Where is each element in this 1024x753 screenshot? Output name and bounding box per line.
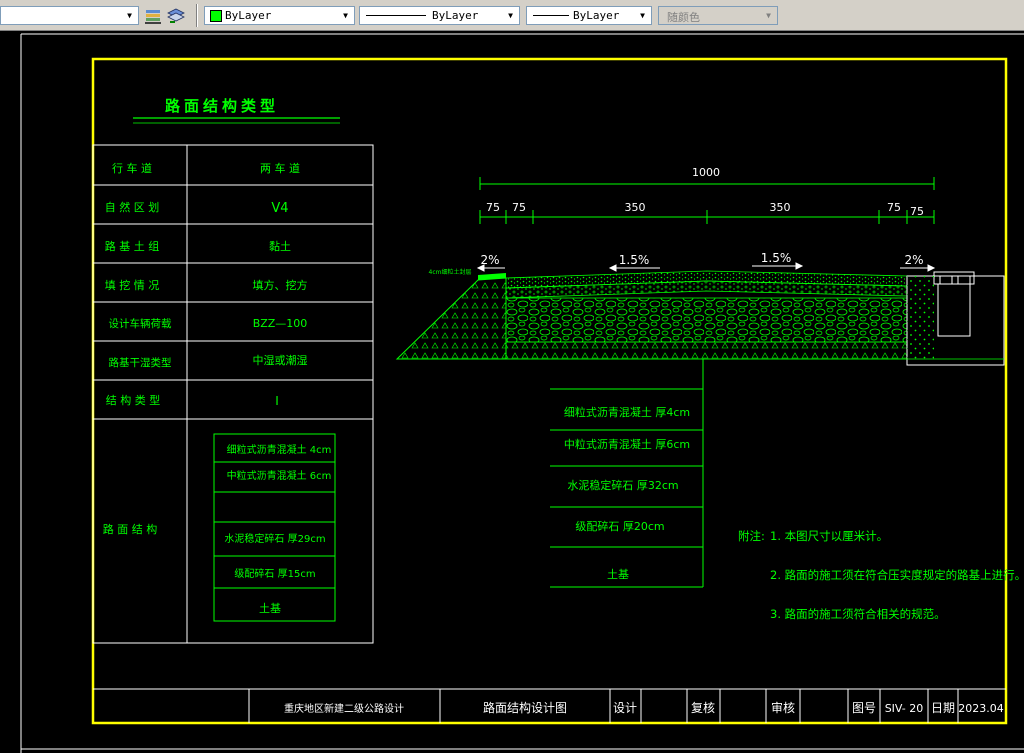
- table-label: 路 基 土 组: [105, 239, 160, 253]
- legend-item: 细粒式沥青混凝土 厚4cm: [564, 405, 690, 419]
- legend-item: 土基: [607, 568, 629, 581]
- date-value: 2023.04: [958, 702, 1004, 715]
- table-value: BZZ—100: [253, 317, 308, 330]
- dim-label: 350: [770, 201, 791, 214]
- notes-label: 附注:: [738, 529, 765, 543]
- table-label: 设计车辆荷载: [109, 317, 172, 330]
- pavement-cross-section: 4cm细粒土封层: [395, 268, 1005, 366]
- chevron-down-icon: ▼: [343, 11, 348, 20]
- layer-combo[interactable]: ▼: [0, 6, 139, 25]
- drawing-canvas[interactable]: 路面结构类型 行 车 道 两 车 道 自 然 区 划 V4 路 基 土 组 黏土…: [0, 32, 1024, 753]
- chevron-down-icon: ▼: [508, 11, 513, 20]
- layer-stack-item: 细粒式沥青混凝土 4cm: [227, 443, 332, 456]
- drawing-name: 路面结构设计图: [483, 700, 567, 715]
- note-item: 2. 路面的施工须在符合压实度规定的路基上进行。: [770, 568, 1024, 582]
- slope-label: 1.5%: [761, 251, 792, 265]
- layer-stack-item: 土基: [259, 602, 281, 615]
- table-value: I: [275, 394, 279, 408]
- slope-label: 2%: [904, 253, 923, 267]
- check-label: 复核: [691, 701, 715, 715]
- dim-label: 350: [625, 201, 646, 214]
- linetype-combo[interactable]: ByLayer ▼: [359, 6, 520, 25]
- table-label: 路基干湿类型: [109, 356, 172, 369]
- color-swatch: [210, 10, 222, 22]
- note-item: 1. 本图尺寸以厘米计。: [770, 529, 888, 543]
- notes: 附注: 1. 本图尺寸以厘米计。 2. 路面的施工须在符合压实度规定的路基上进行…: [738, 529, 1024, 621]
- layer-stack-item: 级配碎石 厚15cm: [234, 567, 315, 580]
- review-label: 审核: [771, 700, 795, 715]
- color-combo-value: ByLayer: [225, 9, 272, 22]
- table-label: 自 然 区 划: [105, 200, 160, 214]
- legend-item: 中粒式沥青混凝土 厚6cm: [564, 437, 690, 451]
- table-value: 填方、挖方: [253, 278, 308, 292]
- toolbar-separator: [196, 4, 198, 27]
- table-value: 两 车 道: [260, 161, 300, 175]
- layer-previous-icon[interactable]: [166, 6, 186, 26]
- make-object-layer-current-icon[interactable]: [143, 6, 163, 26]
- legend-item: 级配碎石 厚20cm: [575, 519, 664, 533]
- slope-arrows: [476, 262, 936, 272]
- lineweight-combo-value: ByLayer: [573, 9, 620, 22]
- properties-toolbar: ▼ ByLayer ▼ ByLayer ▼ ByLayer ▼ 随颜色 ▼: [0, 0, 1024, 31]
- legend-item: 水泥稳定碎石 厚32cm: [567, 478, 678, 492]
- table-label: 结 构 类 型: [106, 393, 161, 407]
- lineweight-preview: [533, 15, 569, 16]
- pavement-info-table: 行 车 道 两 车 道 自 然 区 划 V4 路 基 土 组 黏土 填 挖 情 …: [92, 144, 374, 644]
- project-name: 重庆地区新建二级公路设计: [284, 702, 404, 715]
- dim-label: 75: [910, 205, 924, 218]
- dimension-lines: [479, 177, 935, 224]
- note-item: 3. 路面的施工须符合相关的规范。: [770, 607, 946, 621]
- dim-total: 1000: [692, 166, 720, 179]
- layer-legend: 细粒式沥青混凝土 厚4cm 中粒式沥青混凝土 厚6cm 水泥稳定碎石 厚32cm…: [550, 359, 704, 588]
- lineweight-combo[interactable]: ByLayer ▼: [526, 6, 652, 25]
- linetype-combo-value: ByLayer: [432, 9, 479, 22]
- table-label: 填 挖 情 况: [105, 278, 160, 292]
- drawing-title: 路面结构类型: [165, 97, 279, 115]
- layer-stack-item: 水泥稳定碎石 厚29cm: [224, 532, 325, 545]
- plotstyle-combo-value: 随颜色: [667, 11, 700, 24]
- number-value: SIV- 20: [885, 702, 924, 715]
- layer-stack-item: 中粒式沥青混凝土 6cm: [227, 469, 332, 482]
- chevron-down-icon: ▼: [640, 11, 645, 20]
- date-label: 日期: [931, 701, 955, 715]
- table-label: 路 面 结 构: [103, 522, 158, 536]
- chevron-down-icon: ▼: [766, 11, 771, 20]
- chevron-down-icon: ▼: [127, 11, 132, 20]
- plotstyle-combo: 随颜色 ▼: [658, 6, 778, 25]
- linetype-preview: [366, 15, 426, 16]
- drawing-frame: [91, 57, 1008, 725]
- dim-label: 75: [512, 201, 526, 214]
- shoulder-note: 4cm细粒土封层: [429, 268, 472, 276]
- title-block: 重庆地区新建二级公路设计 路面结构设计图 设计 复核 审核 图号 SIV- 20…: [93, 688, 1006, 723]
- table-value: 黏土: [269, 239, 291, 253]
- number-label: 图号: [852, 701, 876, 715]
- table-label: 行 车 道: [112, 161, 152, 175]
- dim-label: 75: [486, 201, 500, 214]
- table-value: 中湿或潮湿: [253, 353, 308, 367]
- color-combo[interactable]: ByLayer ▼: [204, 6, 355, 25]
- table-value: V4: [271, 201, 288, 216]
- dim-label: 75: [887, 201, 901, 214]
- slope-label: 1.5%: [619, 253, 650, 267]
- design-label: 设计: [613, 701, 637, 715]
